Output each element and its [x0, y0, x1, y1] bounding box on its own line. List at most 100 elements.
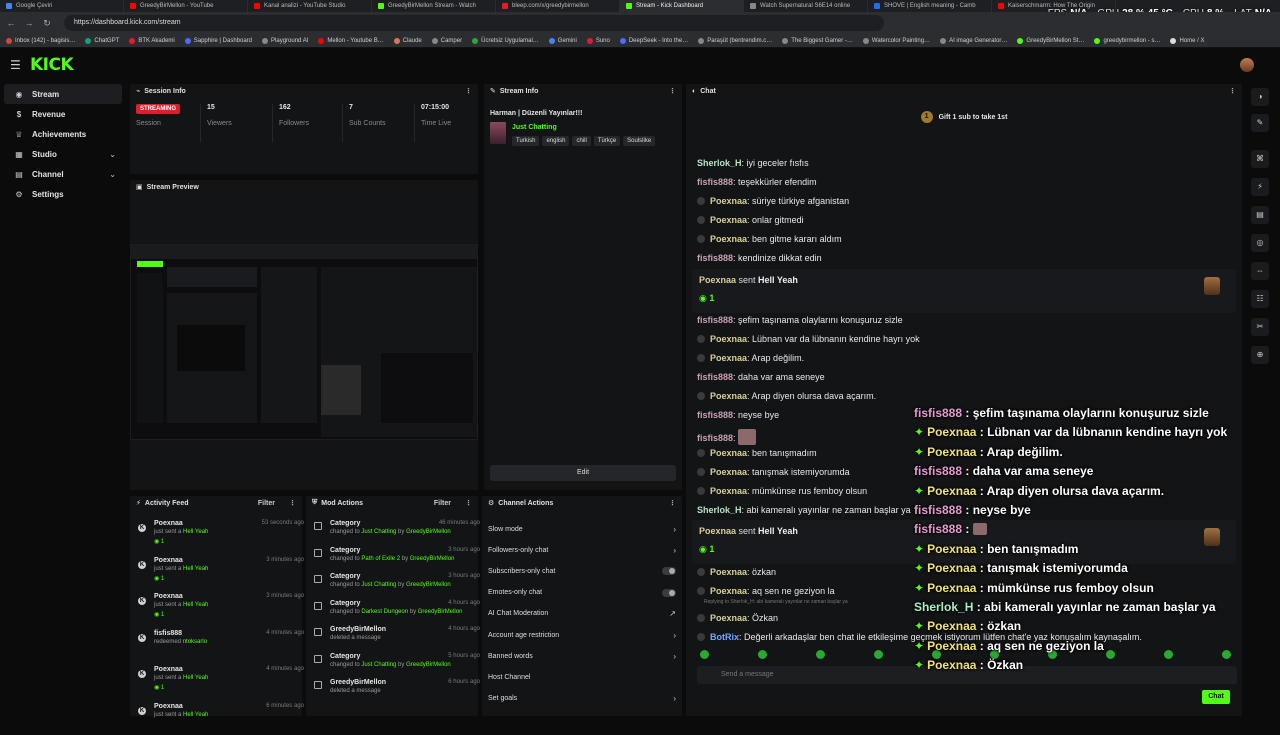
activity-user[interactable]: Poexnaa	[154, 703, 183, 710]
browser-tab[interactable]: Kanal analizi - YouTube Studio	[248, 0, 372, 12]
browser-tab[interactable]: GreedyBirMellon - YouTube	[124, 0, 248, 12]
activity-user[interactable]: Poexnaa	[154, 666, 183, 673]
gift-user[interactable]: Poexnaa	[699, 275, 736, 285]
chat-username[interactable]: Poexnaa	[710, 613, 747, 623]
activity-user[interactable]: Poexnaa	[154, 520, 183, 527]
chevron-down-icon[interactable]: ⌄	[109, 170, 116, 179]
theme-icon[interactable]: ◑	[1251, 88, 1269, 106]
browser-tab[interactable]: SHOVE | English meaning - Camb	[868, 0, 992, 12]
filter-button[interactable]: Filter	[434, 500, 451, 507]
channel-action-host-channel[interactable]: Host Channel	[488, 670, 676, 684]
bookmark[interactable]: greedybirmellon - s…	[1094, 37, 1160, 44]
activity-user[interactable]: Poexnaa	[154, 557, 183, 564]
bookmark[interactable]: Sapphire | Dashboard	[184, 37, 252, 44]
chat-username[interactable]: Poexnaa	[710, 234, 747, 244]
emote-icon[interactable]	[1222, 650, 1231, 659]
chat-username[interactable]: Poexnaa	[710, 486, 747, 496]
bookmark[interactable]: Gemini	[548, 37, 577, 44]
browser-tab[interactable]: Watch Supernatural S6E14 online	[744, 0, 868, 12]
more-icon[interactable]: ⋮	[669, 87, 676, 95]
sidebar-item-achievements[interactable]: ♕ Achievements	[4, 124, 122, 144]
chat-username[interactable]: Sherlok_H	[697, 158, 742, 168]
send-chat-button[interactable]: Chat	[1202, 690, 1230, 704]
url-input[interactable]: https://dashboard.kick.com/stream	[64, 15, 884, 31]
chat-username[interactable]: Poexnaa	[710, 215, 747, 225]
activity-user[interactable]: Poexnaa	[154, 593, 183, 600]
chat-username[interactable]: Poexnaa	[710, 567, 747, 577]
edit-icon[interactable]: ✎	[1251, 114, 1269, 132]
kick-logo[interactable]: KICK	[30, 55, 74, 75]
emote-icon[interactable]	[816, 650, 825, 659]
stack-icon[interactable]: ☷	[1251, 290, 1269, 308]
stream-tag[interactable]: chill	[572, 136, 591, 146]
bolt-icon[interactable]: ⚡	[1251, 178, 1269, 196]
channel-action-ai-chat-moderation[interactable]: AI Chat Moderation ↗	[488, 607, 676, 621]
bookmark[interactable]: The Biggest Gamer -…	[782, 37, 853, 44]
chat-username[interactable]: Poexnaa	[710, 448, 747, 458]
edit-stream-button[interactable]: Edit	[490, 465, 676, 481]
bookmark[interactable]: Suno	[586, 37, 610, 44]
bookmark[interactable]: Inbox (142) - bagisis…	[6, 37, 75, 44]
browser-tab[interactable]: bleep.com/x/greedybirmellon	[496, 0, 620, 12]
chat-username[interactable]: Poexnaa	[710, 467, 747, 477]
chat-username[interactable]: Poexnaa	[710, 391, 747, 401]
avatar[interactable]	[1240, 58, 1254, 72]
bookmark[interactable]: Claude	[393, 37, 422, 44]
emote-icon[interactable]	[758, 650, 767, 659]
sidebar-item-channel[interactable]: ▤ Channel ⌄	[4, 164, 122, 184]
stream-tag[interactable]: english	[542, 136, 570, 146]
stream-tag[interactable]: Soulslike	[623, 136, 656, 146]
more-icon[interactable]: ⋮	[669, 499, 676, 507]
sidebar-item-settings[interactable]: ⚙ Settings	[4, 184, 122, 204]
emote-icon[interactable]	[874, 650, 883, 659]
channel-action-banned-words[interactable]: Banned words ›	[488, 649, 676, 663]
chat-username[interactable]: BotRix	[710, 632, 739, 642]
chat-username[interactable]: fisfis888	[697, 433, 733, 443]
bookmark[interactable]: GreedyBirMellon St…	[1017, 37, 1084, 44]
chat-username[interactable]: fisfis888	[697, 410, 733, 420]
channel-action-account-age-restriction[interactable]: Account age restriction ›	[488, 628, 676, 642]
filter-button[interactable]: Filter	[258, 500, 275, 507]
more-icon[interactable]: ⋮	[1229, 87, 1236, 95]
chat-username[interactable]: Poexnaa	[710, 586, 747, 596]
bookmark[interactable]: Paraşüt (bentrendim.c…	[698, 37, 772, 44]
bookmark[interactable]: Mellon - Youtube B…	[318, 37, 384, 44]
list-icon[interactable]: ▤	[1251, 206, 1269, 224]
bookmark[interactable]: Camper	[431, 37, 462, 44]
chat-username[interactable]: Sherlok_H	[697, 505, 742, 515]
channel-action-set-goals[interactable]: Set goals ›	[488, 692, 676, 706]
reload-icon[interactable]: ↻	[42, 18, 52, 28]
bookmark[interactable]: AI image Generator…	[940, 37, 1007, 44]
emote-icon[interactable]	[700, 650, 709, 659]
toggle-switch[interactable]	[662, 588, 676, 597]
forward-icon[interactable]: →	[24, 18, 34, 28]
more-icon[interactable]: ⋮	[465, 87, 472, 95]
bookmark[interactable]: Playground AI	[262, 37, 308, 44]
chat-bubble-icon[interactable]: ◎	[1251, 234, 1269, 252]
chat-username[interactable]: fisfis888	[697, 253, 733, 263]
bookmark[interactable]: Ücretsiz Uygulamal…	[472, 37, 539, 44]
browser-tab[interactable]: Google Çeviri	[0, 0, 124, 12]
more-icon[interactable]: ⋮	[465, 499, 472, 507]
menu-icon[interactable]: ☰	[10, 58, 22, 72]
channel-action-followers-only-chat[interactable]: Followers-only chat ›	[488, 543, 676, 557]
stream-tag[interactable]: Turkish	[512, 136, 540, 146]
chat-username[interactable]: Poexnaa	[710, 353, 747, 363]
bookmark[interactable]: Watercolor Painting…	[862, 37, 930, 44]
more-icon[interactable]: ⋮	[289, 499, 296, 507]
add-widget-icon[interactable]: ⊕	[1251, 346, 1269, 364]
bookmark[interactable]: DeepSeek - Into the…	[619, 37, 688, 44]
bookmark[interactable]: Home / X	[1170, 37, 1205, 44]
swap-icon[interactable]: ⇔	[1251, 262, 1269, 280]
stream-tag[interactable]: Türkçe	[593, 136, 621, 146]
browser-tab[interactable]: GreedyBirMellon Stream - Watch	[372, 0, 496, 12]
toggle-switch[interactable]	[662, 567, 676, 576]
sidebar-item-stream[interactable]: ◉ Stream	[4, 84, 122, 104]
sidebar-item-studio[interactable]: ▦ Studio ⌄	[4, 144, 122, 164]
sub-gift-banner[interactable]: 1 Gift 1 sub to take 1st	[686, 104, 1242, 130]
stream-preview-video[interactable]	[130, 244, 478, 440]
stream-category[interactable]: Just Chatting	[512, 124, 557, 131]
chat-username[interactable]: Poexnaa	[710, 334, 747, 344]
chat-username[interactable]: fisfis888	[697, 177, 733, 187]
bookmark[interactable]: BTK Akademi	[129, 37, 175, 44]
